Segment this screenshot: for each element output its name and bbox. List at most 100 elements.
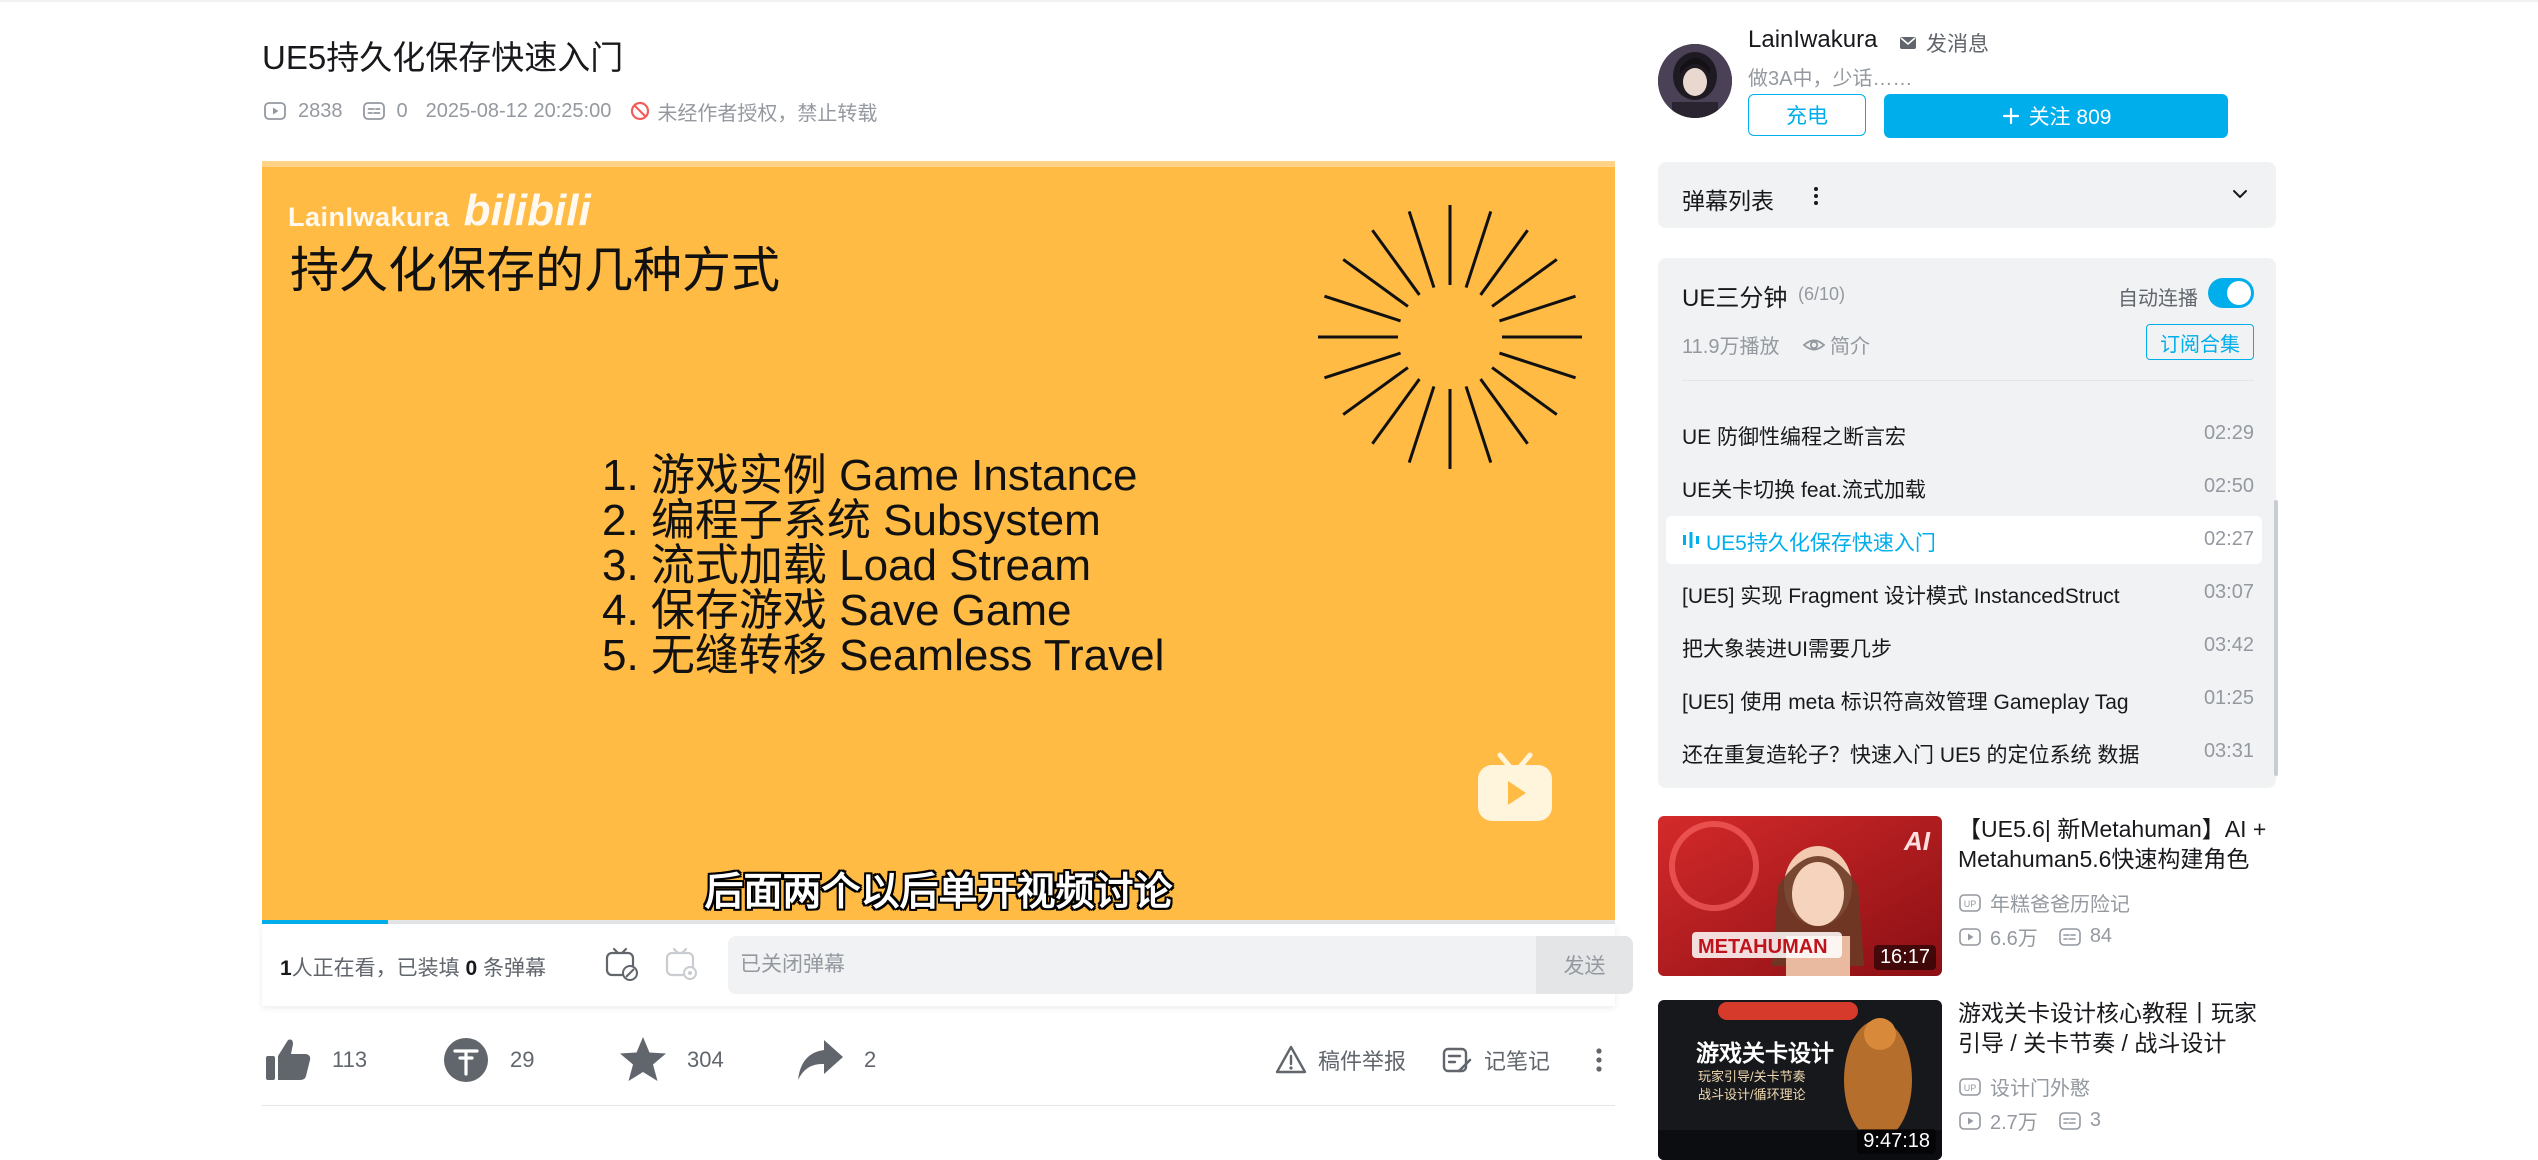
copyright-notice: 未经作者授权，禁止转载 bbox=[629, 97, 877, 126]
play-count-icon bbox=[1959, 1111, 1981, 1130]
svg-text:UP: UP bbox=[1964, 1083, 1977, 1093]
slide-title: 持久化保存的几种方式 bbox=[290, 244, 781, 298]
episode-item[interactable]: UE关卡切换 feat.流式加载 02:50 bbox=[1666, 463, 2262, 511]
follow-button[interactable]: 关注 809 bbox=[1884, 94, 2228, 138]
more-vertical-icon[interactable] bbox=[1804, 184, 1828, 208]
message-label: 发消息 bbox=[1926, 33, 1989, 56]
send-button[interactable]: 发送 bbox=[1536, 936, 1633, 994]
favorite-count: 304 bbox=[687, 1047, 724, 1072]
episode-duration: 03:42 bbox=[2203, 634, 2254, 656]
episode-item[interactable]: 把大象装进UI需要几步 03:42 bbox=[1666, 622, 2262, 670]
now-playing-icon bbox=[1683, 532, 1699, 548]
collection-separator bbox=[1682, 380, 2254, 381]
notes-button[interactable]: 记笔记 bbox=[1440, 1025, 1550, 1095]
thumbs-up-icon bbox=[266, 1039, 311, 1080]
collection-title[interactable]: UE三分钟 bbox=[1682, 278, 1787, 313]
play-count-icon bbox=[264, 102, 286, 120]
uploader-name[interactable]: LainIwakura bbox=[1748, 26, 1877, 54]
collection-scrollbar[interactable] bbox=[2274, 500, 2278, 776]
recommend-thumbnail[interactable]: 游戏关卡设计 玩家引导/关卡节奏 战斗设计/循环理论 9:47:18 bbox=[1658, 1000, 1942, 1160]
loaded-text: 条弹幕 bbox=[477, 957, 547, 980]
coin-icon bbox=[444, 1038, 488, 1082]
episode-duration: 02:50 bbox=[2203, 475, 2254, 497]
subscribe-collection-button[interactable]: 订阅合集 bbox=[2146, 324, 2254, 360]
charge-button[interactable]: 充电 bbox=[1748, 94, 1866, 136]
recommend-card[interactable]: AI METAHUMAN 16:17 【UE5.6| 新Metahuman】AI… bbox=[1658, 816, 2276, 976]
views-count: 2.7万 bbox=[1990, 1112, 2038, 1134]
danmaku-count: 0 bbox=[396, 99, 408, 122]
episode-item[interactable]: [UE5] 使用 meta 标识符高效管理 Gameplay Tag 01:25 bbox=[1666, 675, 2262, 723]
autoplay-toggle[interactable] bbox=[2208, 278, 2254, 308]
publish-time: 2025-08-12 20:25:00 bbox=[425, 99, 612, 122]
slide-item: 4. 保存游戏 Save Game bbox=[602, 586, 1072, 635]
up-badge-icon: UP bbox=[1959, 893, 1981, 912]
episode-duration: 02:27 bbox=[2203, 528, 2254, 550]
recommend-card[interactable]: 游戏关卡设计 玩家引导/关卡节奏 战斗设计/循环理论 9:47:18 游戏关卡设… bbox=[1658, 1000, 2276, 1160]
message-button[interactable]: 发消息 bbox=[1898, 28, 1989, 58]
watermark-name: LainIwakura bbox=[288, 202, 450, 232]
sunburst-decoration bbox=[1318, 205, 1582, 469]
thumb-ai-text: AI bbox=[1904, 826, 1930, 856]
thumb-title-text: 游戏关卡设计 bbox=[1696, 1040, 1834, 1066]
report-button[interactable]: 稿件举报 bbox=[1274, 1025, 1406, 1095]
like-button[interactable]: 113 bbox=[262, 1025, 367, 1095]
report-label: 稿件举报 bbox=[1318, 1049, 1407, 1074]
episode-item[interactable]: 还在重复造轮子？快速入门 UE5 的定位系统 数据 03:31 bbox=[1666, 728, 2262, 776]
episode-list: UE 防御性编程之断言宏 02:29 UE关卡切换 feat.流式加载 02:50 … bbox=[1666, 410, 2262, 781]
coin-button[interactable]: 29 bbox=[440, 1025, 534, 1095]
share-button[interactable]: 2 bbox=[794, 1025, 876, 1095]
toolbar-divider bbox=[262, 1105, 1615, 1106]
video-player[interactable]: LainIwakura bilibili 持久化保存的几种方式 1. 游戏实例 … bbox=[262, 161, 1615, 924]
owner-name: 年糕爸爸历险记 bbox=[1990, 894, 2130, 916]
slide-item: 2. 编程子系统 Subsystem bbox=[602, 496, 1101, 545]
viewers-info: 1人正在看，已装填 0 条弹幕 bbox=[280, 952, 546, 982]
danmaku-list-label: 弹幕列表 bbox=[1682, 188, 1774, 214]
favorite-button[interactable]: 304 bbox=[617, 1025, 724, 1095]
uploader-avatar[interactable] bbox=[1658, 44, 1732, 118]
episode-duration: 03:07 bbox=[2203, 581, 2254, 603]
episode-duration: 01:25 bbox=[2203, 687, 2254, 709]
coin-count: 29 bbox=[510, 1047, 535, 1072]
episode-item-active[interactable]: UE5持久化保存快速入门 02:27 bbox=[1666, 516, 2262, 564]
recommend-title[interactable]: 【UE5.6| 新Metahuman】AI + Metahuman5.6快速构建… bbox=[1958, 814, 2274, 874]
comments-count: 3 bbox=[2089, 1109, 2101, 1131]
viewers-text: 人正在看，已装填 bbox=[291, 957, 466, 980]
video-duration: 16:17 bbox=[1873, 945, 1936, 970]
views-count: 6.6万 bbox=[1990, 928, 2038, 950]
video-duration: 9:47:18 bbox=[1857, 1129, 1936, 1154]
episode-duration: 02:29 bbox=[2203, 422, 2254, 444]
danmaku-list-panel[interactable]: 弹幕列表 bbox=[1658, 162, 2276, 228]
more-vertical-icon bbox=[1596, 1048, 1602, 1072]
episode-duration: 03:31 bbox=[2203, 740, 2254, 762]
episode-item[interactable]: [UE5] 实现 Fragment 设计模式 InstancedStruct 03… bbox=[1666, 569, 2262, 617]
video-title: UE5持久化保存快速入门 bbox=[262, 39, 624, 76]
video-subtitle: 后面两个以后单开视频讨论 bbox=[704, 871, 1173, 914]
more-button[interactable] bbox=[1584, 1025, 1614, 1095]
danmaku-bar: 1人正在看，已装填 0 条弹幕 发送 bbox=[262, 924, 1633, 1006]
owner-name: 设计门外憨 bbox=[1990, 1078, 2090, 1100]
danmaku-count-icon bbox=[2059, 1111, 2081, 1130]
play-count-icon bbox=[1959, 927, 1981, 946]
recommend-stats: 2.7万 3 bbox=[1958, 1106, 2101, 1135]
collection-panel: UE三分钟 (6/10) 自动连播 11.9万播放 简介 订阅合集 UE 防御性… bbox=[1658, 258, 2276, 788]
slide-list: 1. 游戏实例 Game Instance 2. 编程子系统 Subsystem… bbox=[602, 453, 1164, 678]
recommend-title[interactable]: 游戏关卡设计核心教程丨玩家引导 / 关卡节奏 / 战斗设计 bbox=[1958, 998, 2274, 1058]
action-toolbar: 113 29 304 2 稿件举报 记笔记 bbox=[262, 1025, 1615, 1095]
episode-title: 把大象装进UI需要几步 bbox=[1682, 638, 1892, 661]
sunburst-ray bbox=[1498, 351, 1577, 380]
bilibili-logo: bilibili bbox=[463, 186, 591, 235]
episode-title: [UE5] 使用 meta 标识符高效管理 Gameplay Tag bbox=[1682, 691, 2129, 714]
chevron-down-icon[interactable] bbox=[2228, 182, 2252, 206]
recommend-owner[interactable]: UP 年糕爸爸历险记 bbox=[1958, 888, 2130, 917]
loaded-count: 0 bbox=[465, 957, 478, 980]
episode-item[interactable]: UE 防御性编程之断言宏 02:29 bbox=[1666, 410, 2262, 458]
danmaku-settings-icon[interactable] bbox=[662, 944, 702, 984]
recommend-owner[interactable]: UP 设计门外憨 bbox=[1958, 1072, 2090, 1101]
danmaku-input[interactable] bbox=[728, 936, 1536, 994]
forbidden-icon bbox=[631, 101, 650, 121]
danmaku-count-icon bbox=[362, 102, 385, 120]
thumb-sub-text: 战斗设计/循环理论 bbox=[1698, 1087, 1806, 1102]
danmaku-toggle-icon[interactable] bbox=[602, 944, 642, 984]
recommend-thumbnail[interactable]: AI METAHUMAN 16:17 bbox=[1658, 816, 1942, 976]
collection-intro[interactable]: 简介 bbox=[1802, 330, 1870, 359]
